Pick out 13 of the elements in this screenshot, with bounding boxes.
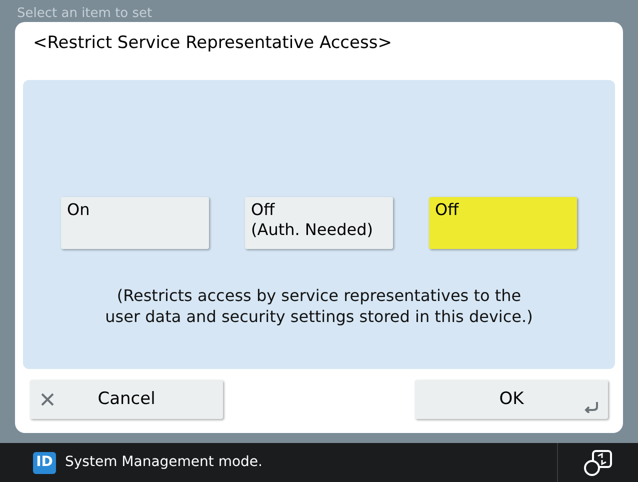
enter-icon (584, 401, 600, 413)
option-button[interactable]: Off (429, 197, 577, 249)
dialog-title: <Restrict Service Representative Access> (33, 32, 392, 55)
option-button[interactable]: On (61, 197, 209, 249)
id-badge: ID (33, 452, 56, 474)
description-text: (Restricts access by service representatives to the user data and security settings stored in this device.) (105, 285, 533, 327)
option-button[interactable]: Off (Auth. Needed) (245, 197, 393, 249)
close-icon (40, 392, 55, 407)
ok-button[interactable]: OK (415, 380, 608, 419)
switch-icon[interactable] (583, 448, 613, 476)
cancel-button[interactable]: Cancel (30, 380, 223, 419)
background-title: Select an item to set (17, 6, 152, 22)
status-text: System Management mode. (65, 453, 262, 472)
